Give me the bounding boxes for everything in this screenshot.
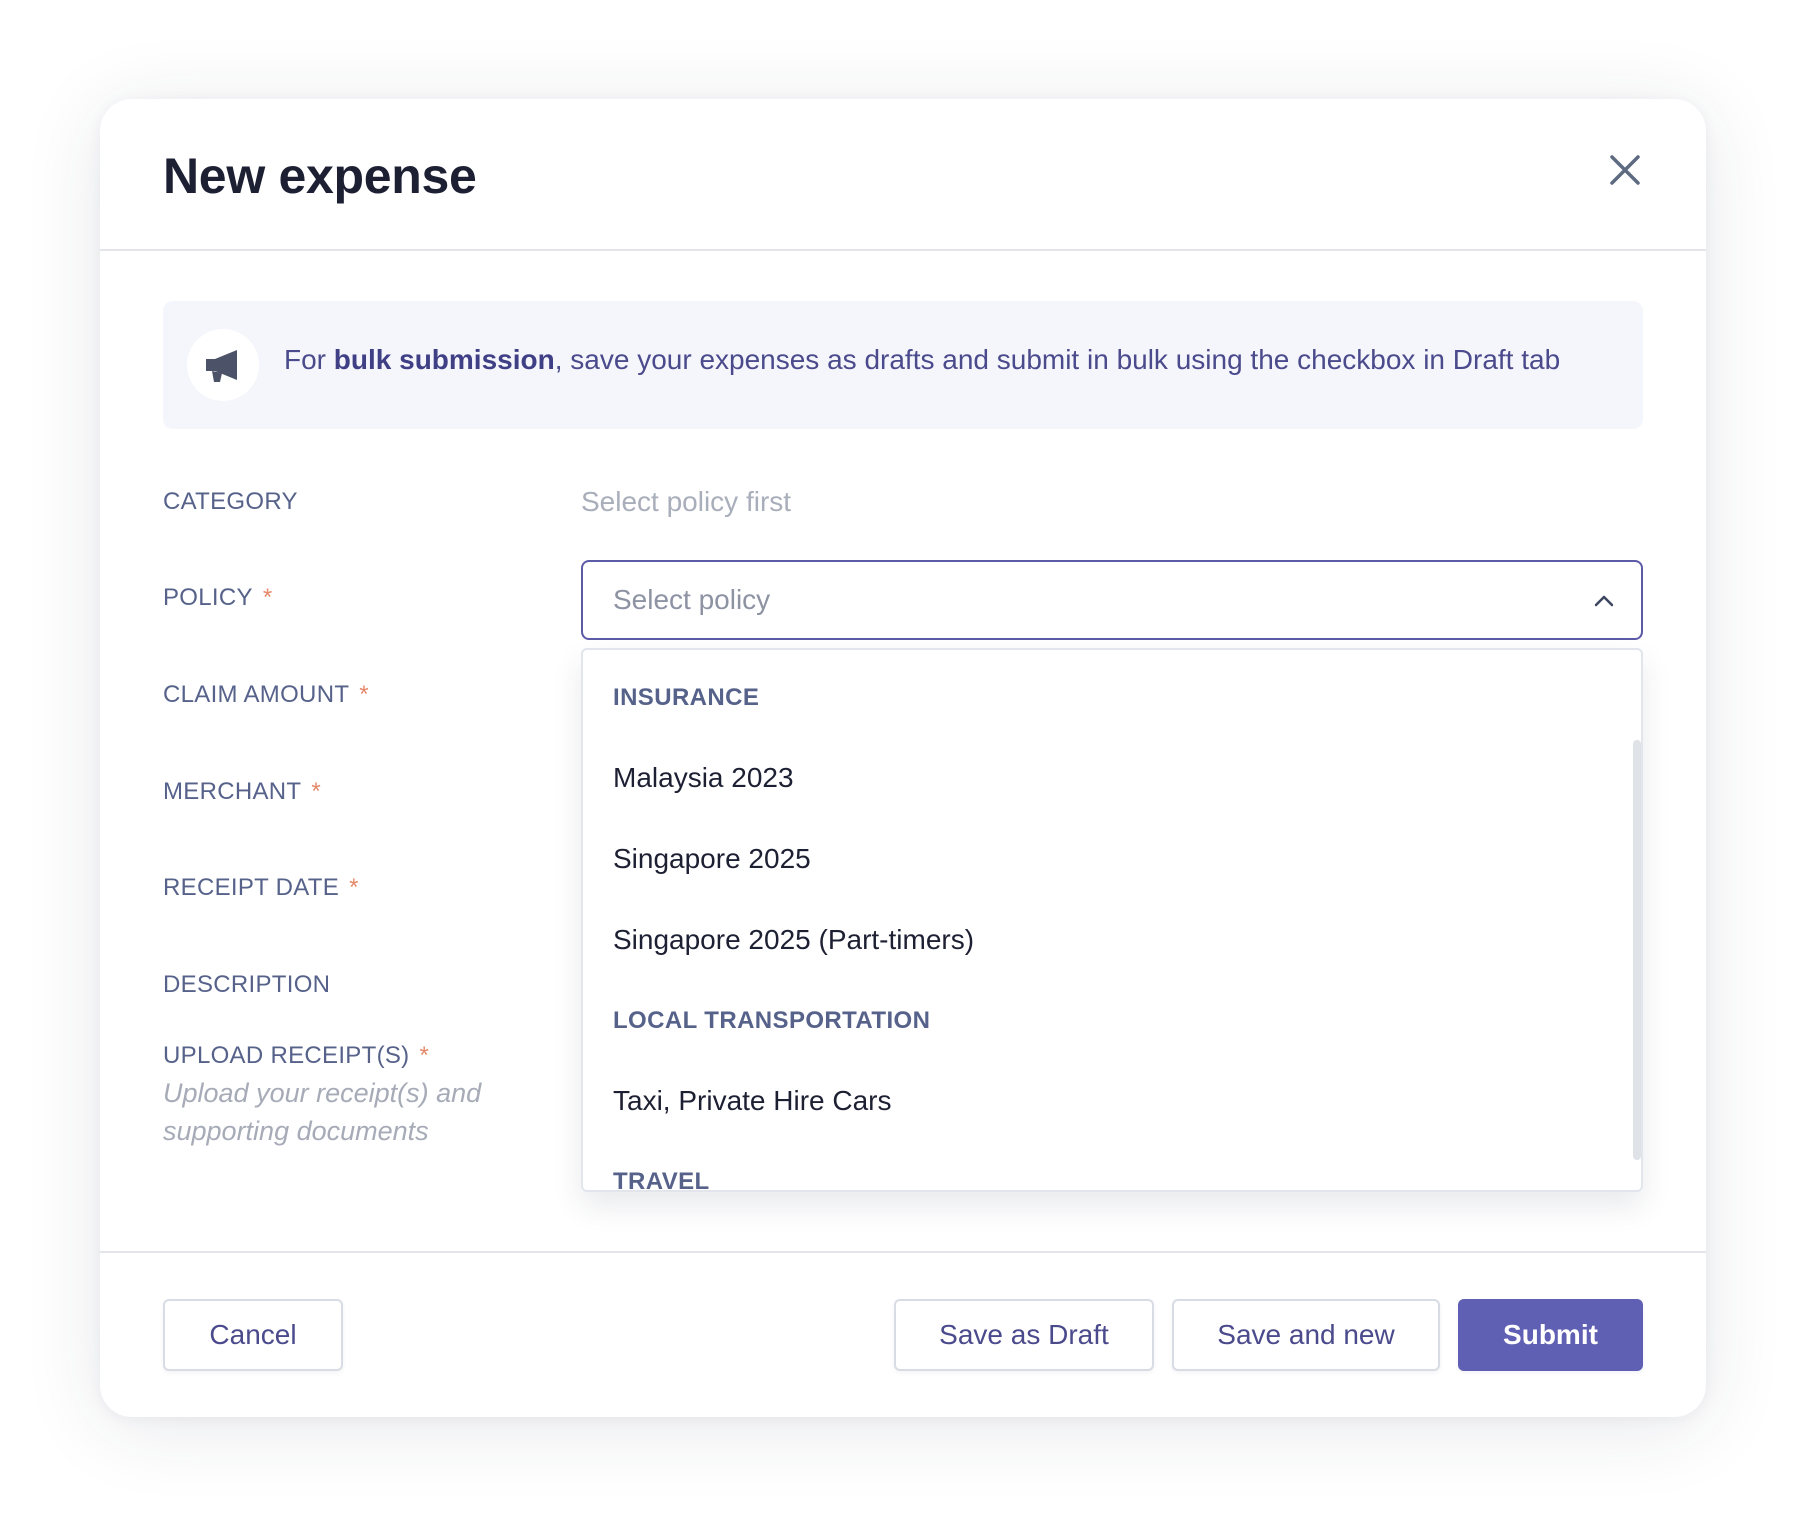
category-value: Select policy first xyxy=(581,486,792,517)
policy-select-placeholder: Select policy xyxy=(613,584,771,615)
policy-label: POLICY * xyxy=(163,584,272,612)
merchant-label-text: MERCHANT xyxy=(163,778,302,805)
modal-header: New expense xyxy=(100,99,1706,251)
megaphone-icon xyxy=(206,350,237,382)
policy-select[interactable]: Select policy xyxy=(581,560,1643,640)
required-marker: * xyxy=(359,681,369,708)
claim-amount-label: CLAIM AMOUNT * xyxy=(163,681,369,709)
merchant-label: MERCHANT * xyxy=(163,778,321,806)
dropdown-scrollbar[interactable] xyxy=(1633,740,1641,1160)
banner-text-prefix: For xyxy=(284,344,334,375)
close-icon xyxy=(1610,155,1640,185)
banner-text-bold: bulk submission xyxy=(333,344,555,375)
dropdown-option[interactable]: Malaysia 2023 xyxy=(583,746,1623,810)
policy-label-text: POLICY xyxy=(163,584,253,611)
required-marker: * xyxy=(311,778,322,805)
new-expense-modal: New expense For bulk submission, save yo… xyxy=(100,99,1706,1417)
banner-text-suffix: , save your expenses as drafts and submi… xyxy=(554,344,1561,375)
required-marker: * xyxy=(262,584,273,611)
dropdown-option[interactable]: Taxi, Private Hire Cars xyxy=(583,1069,1623,1133)
policy-dropdown-menu: INSURANCE Malaysia 2023 Singapore 2025 S… xyxy=(581,648,1643,1192)
submit-button[interactable]: Submit xyxy=(1458,1299,1643,1371)
modal-title: New expense xyxy=(163,148,477,204)
required-marker: * xyxy=(349,874,359,901)
claim-amount-label-text: CLAIM AMOUNT xyxy=(163,681,350,708)
receipt-date-label-text: RECEIPT DATE xyxy=(163,874,340,901)
description-label: DESCRIPTION xyxy=(163,971,330,999)
dropdown-option[interactable]: Singapore 2025 (Part-timers) xyxy=(583,908,1623,972)
close-button[interactable] xyxy=(1604,149,1646,191)
receipt-date-label: RECEIPT DATE * xyxy=(163,874,359,902)
upload-hint: Upload your receipt(s) and supporting do… xyxy=(163,1078,482,1146)
description-label-text: DESCRIPTION xyxy=(163,971,331,998)
save-as-draft-button[interactable]: Save as Draft xyxy=(894,1299,1154,1371)
banner-text: For bulk submission, save your expenses … xyxy=(284,344,1560,376)
cancel-button[interactable]: Cancel xyxy=(163,1299,343,1371)
chevron-up-icon xyxy=(1594,595,1614,607)
upload-label: UPLOAD RECEIPT(S) * xyxy=(163,1042,429,1070)
dropdown-option[interactable]: Singapore 2025 xyxy=(583,827,1623,891)
category-label-text: CATEGORY xyxy=(163,488,298,515)
save-and-new-button[interactable]: Save and new xyxy=(1172,1299,1440,1371)
category-label: CATEGORY xyxy=(163,488,298,516)
bulk-submission-banner: For bulk submission, save your expenses … xyxy=(163,301,1643,429)
footer-divider xyxy=(100,1251,1706,1253)
upload-label-text: UPLOAD RECEIPT(S) xyxy=(163,1042,410,1069)
banner-icon-wrapper xyxy=(187,329,259,401)
dropdown-group-label: TRAVEL xyxy=(613,1168,710,1192)
dropdown-group-label: INSURANCE xyxy=(613,684,760,711)
required-marker: * xyxy=(419,1042,430,1069)
dropdown-group-label: LOCAL TRANSPORTATION xyxy=(613,1007,931,1034)
